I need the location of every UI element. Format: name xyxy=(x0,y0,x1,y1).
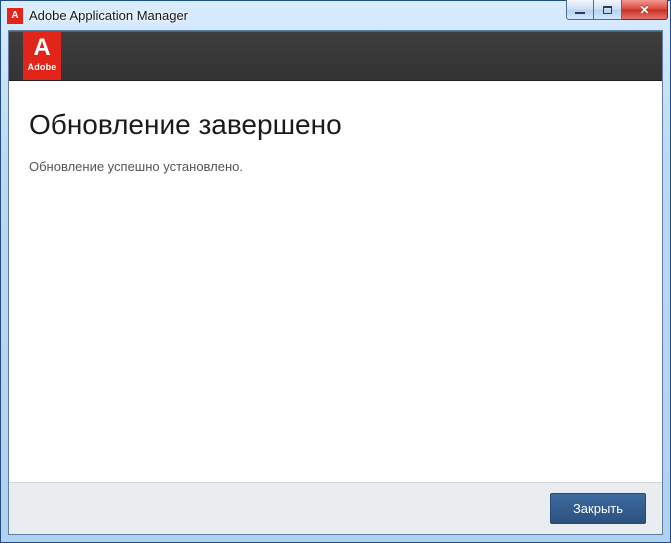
close-icon: ✕ xyxy=(639,4,649,16)
titlebar[interactable]: A Adobe Application Manager ✕ xyxy=(1,1,670,30)
content-area: Обновление завершено Обновление успешно … xyxy=(9,81,662,482)
adobe-logo-badge: A Adobe xyxy=(23,32,61,80)
window-title: Adobe Application Manager xyxy=(29,8,188,23)
maximize-button[interactable] xyxy=(594,0,622,20)
titlebar-app-icon: A xyxy=(7,8,23,24)
adobe-logo-word: Adobe xyxy=(23,63,61,72)
window-frame: A Adobe Application Manager ✕ A Adobe Об… xyxy=(0,0,671,543)
window-close-button[interactable]: ✕ xyxy=(622,0,668,20)
client-area: A Adobe Обновление завершено Обновление … xyxy=(8,30,663,535)
status-message: Обновление успешно установлено. xyxy=(29,159,642,174)
minimize-button[interactable] xyxy=(566,0,594,20)
minimize-icon xyxy=(575,12,585,14)
maximize-icon xyxy=(603,6,612,14)
app-header-band: A Adobe xyxy=(9,31,662,81)
close-button[interactable]: Закрыть xyxy=(550,493,646,524)
window-controls: ✕ xyxy=(566,0,668,20)
titlebar-app-icon-letter: A xyxy=(11,11,18,21)
adobe-logo-letter: A xyxy=(23,36,61,60)
page-heading: Обновление завершено xyxy=(29,109,642,141)
footer-bar: Закрыть xyxy=(9,482,662,534)
